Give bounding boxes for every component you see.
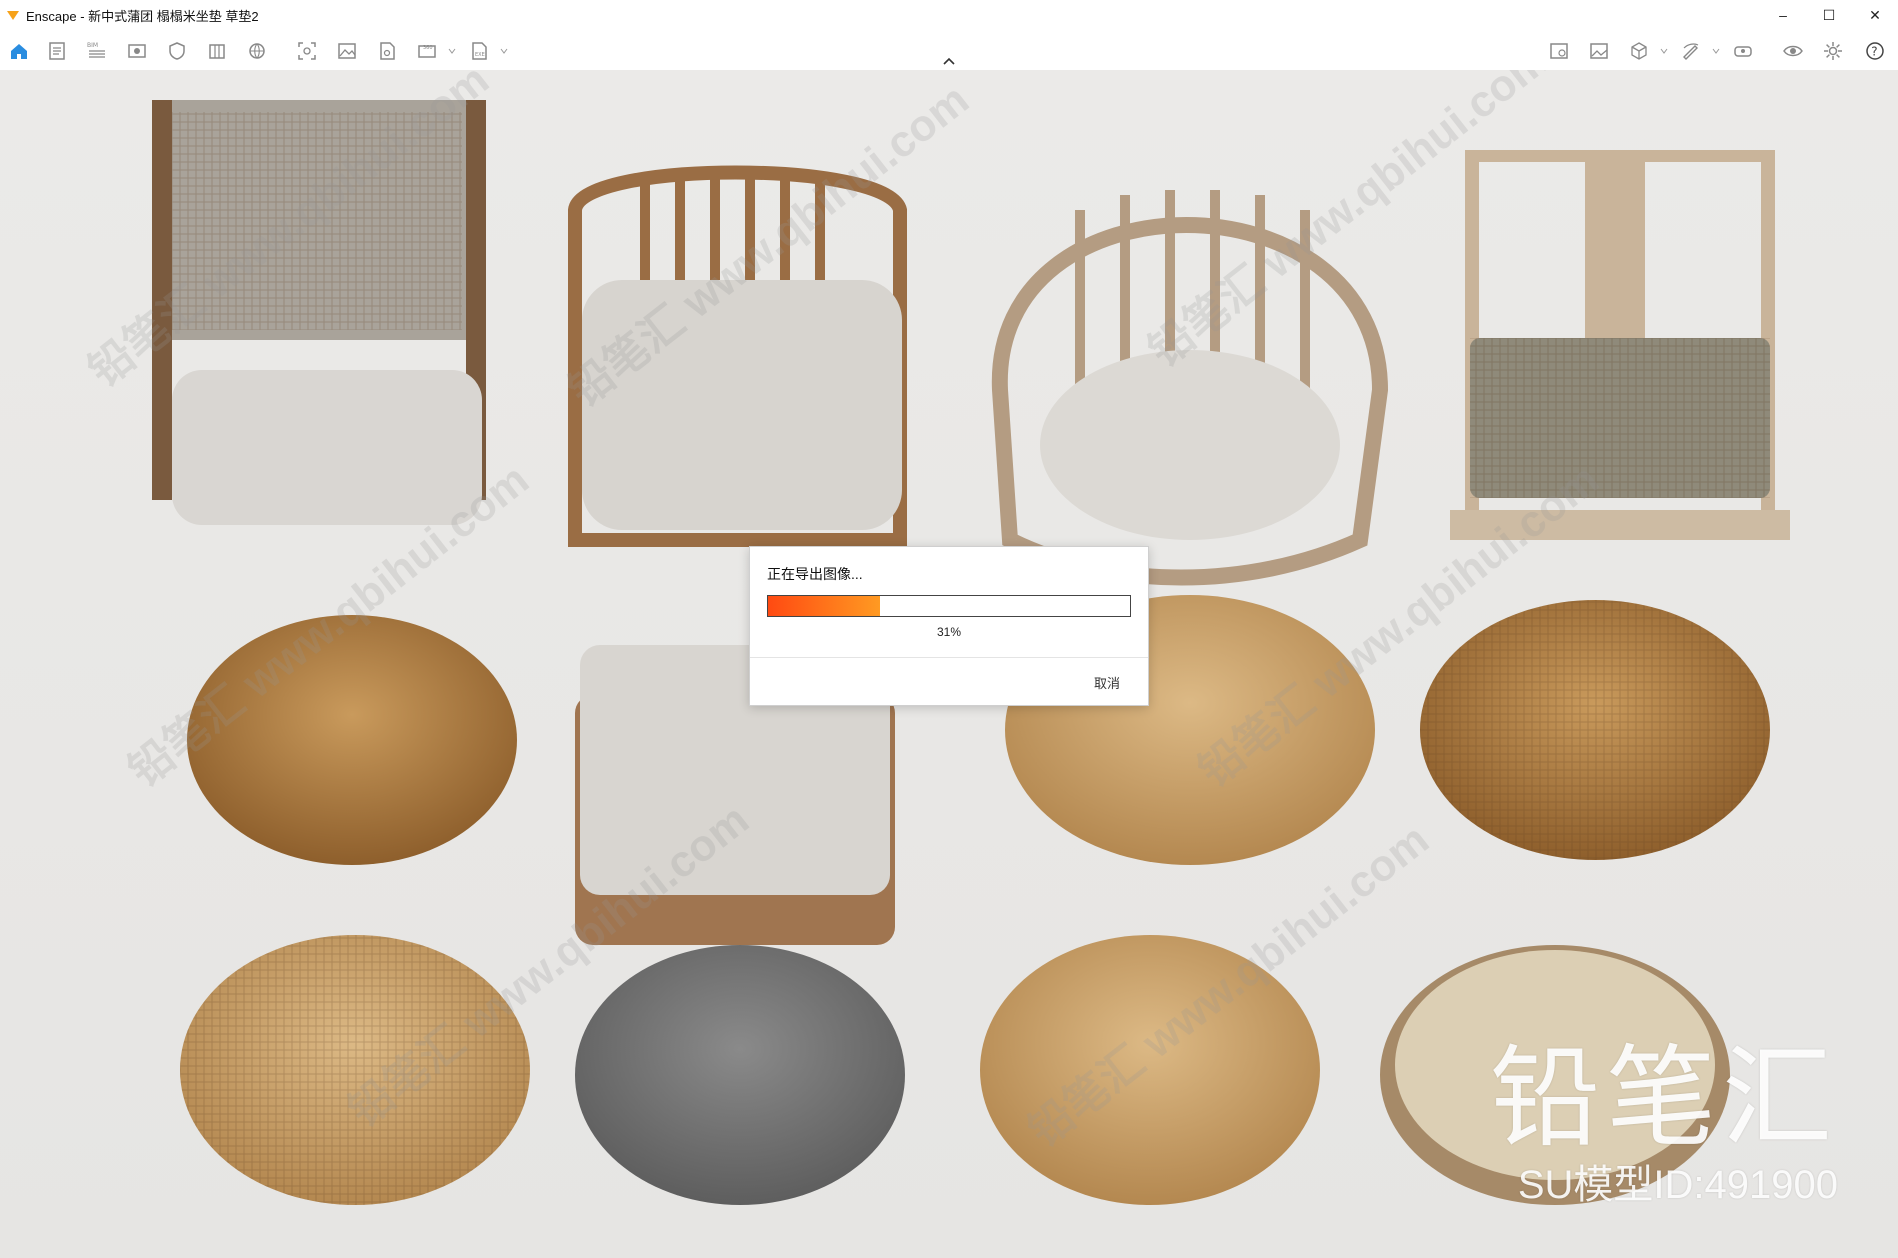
- shield-icon[interactable]: [166, 40, 188, 62]
- export-file-icon[interactable]: [376, 40, 398, 62]
- dialog-divider: [750, 657, 1148, 658]
- close-button[interactable]: ✕: [1852, 0, 1898, 30]
- maximize-button[interactable]: ☐: [1806, 0, 1852, 30]
- svg-text:?: ?: [1871, 45, 1877, 59]
- dialog-title: 正在导出图像...: [767, 566, 863, 582]
- visibility-icon[interactable]: [1782, 40, 1804, 62]
- svg-text:EXE: EXE: [475, 52, 485, 58]
- map-icon[interactable]: [1548, 40, 1570, 62]
- document-icon[interactable]: [46, 40, 68, 62]
- cancel-button[interactable]: 取消: [1094, 673, 1120, 692]
- chevron-down-icon[interactable]: [500, 48, 508, 54]
- picture-icon[interactable]: [1588, 40, 1610, 62]
- minimize-button[interactable]: –: [1760, 0, 1806, 30]
- help-icon[interactable]: ?: [1864, 40, 1886, 62]
- chevron-down-icon[interactable]: [1660, 48, 1668, 54]
- bim-icon[interactable]: BIM: [86, 40, 108, 62]
- svg-text:360: 360: [423, 45, 433, 51]
- chair-1: [152, 100, 486, 525]
- panorama-360-icon[interactable]: 360: [416, 40, 438, 62]
- grey-cushion: [575, 945, 905, 1205]
- enscape-logo-icon: [7, 11, 19, 20]
- export-progress-dialog: 正在导出图像... 31% 取消: [749, 546, 1149, 706]
- progress-bar: [767, 595, 1131, 617]
- eye-view-icon[interactable]: [126, 40, 148, 62]
- window-title: Enscape - 新中式蒲团 榻榻米坐垫 草垫2: [26, 8, 259, 24]
- straw-cushion-2: [980, 935, 1320, 1205]
- chair-3: [991, 190, 1389, 586]
- paint-icon[interactable]: [1680, 40, 1702, 62]
- collapse-toolbar-chevron-icon[interactable]: [941, 55, 957, 67]
- settings-icon[interactable]: [1822, 40, 1844, 62]
- svg-text:BIM: BIM: [87, 42, 98, 49]
- window-controls: – ☐ ✕: [1760, 0, 1898, 30]
- chair-2: [568, 165, 907, 547]
- progress-percent: 31%: [936, 625, 962, 639]
- model-id-label: SU模型ID:491900: [1517, 1163, 1838, 1207]
- screenshot-icon[interactable]: [296, 40, 318, 62]
- rattan-cushion-1: [187, 615, 517, 865]
- progress-fill: [768, 596, 881, 616]
- chevron-down-icon[interactable]: [1712, 48, 1720, 54]
- exe-export-icon[interactable]: EXE: [468, 40, 490, 62]
- image-icon[interactable]: [336, 40, 358, 62]
- home-icon[interactable]: [8, 40, 30, 62]
- library-icon[interactable]: [206, 40, 228, 62]
- cube-icon[interactable]: [1628, 40, 1650, 62]
- chevron-down-icon[interactable]: [448, 48, 456, 54]
- brand-logo-text: 铅笔汇: [1490, 1037, 1838, 1160]
- chair-4: [1450, 150, 1790, 540]
- title-bar: Enscape - 新中式蒲团 榻榻米坐垫 草垫2 – ☐ ✕: [0, 0, 1898, 30]
- vr-headset-icon[interactable]: [1732, 40, 1754, 62]
- globe-icon[interactable]: [246, 40, 268, 62]
